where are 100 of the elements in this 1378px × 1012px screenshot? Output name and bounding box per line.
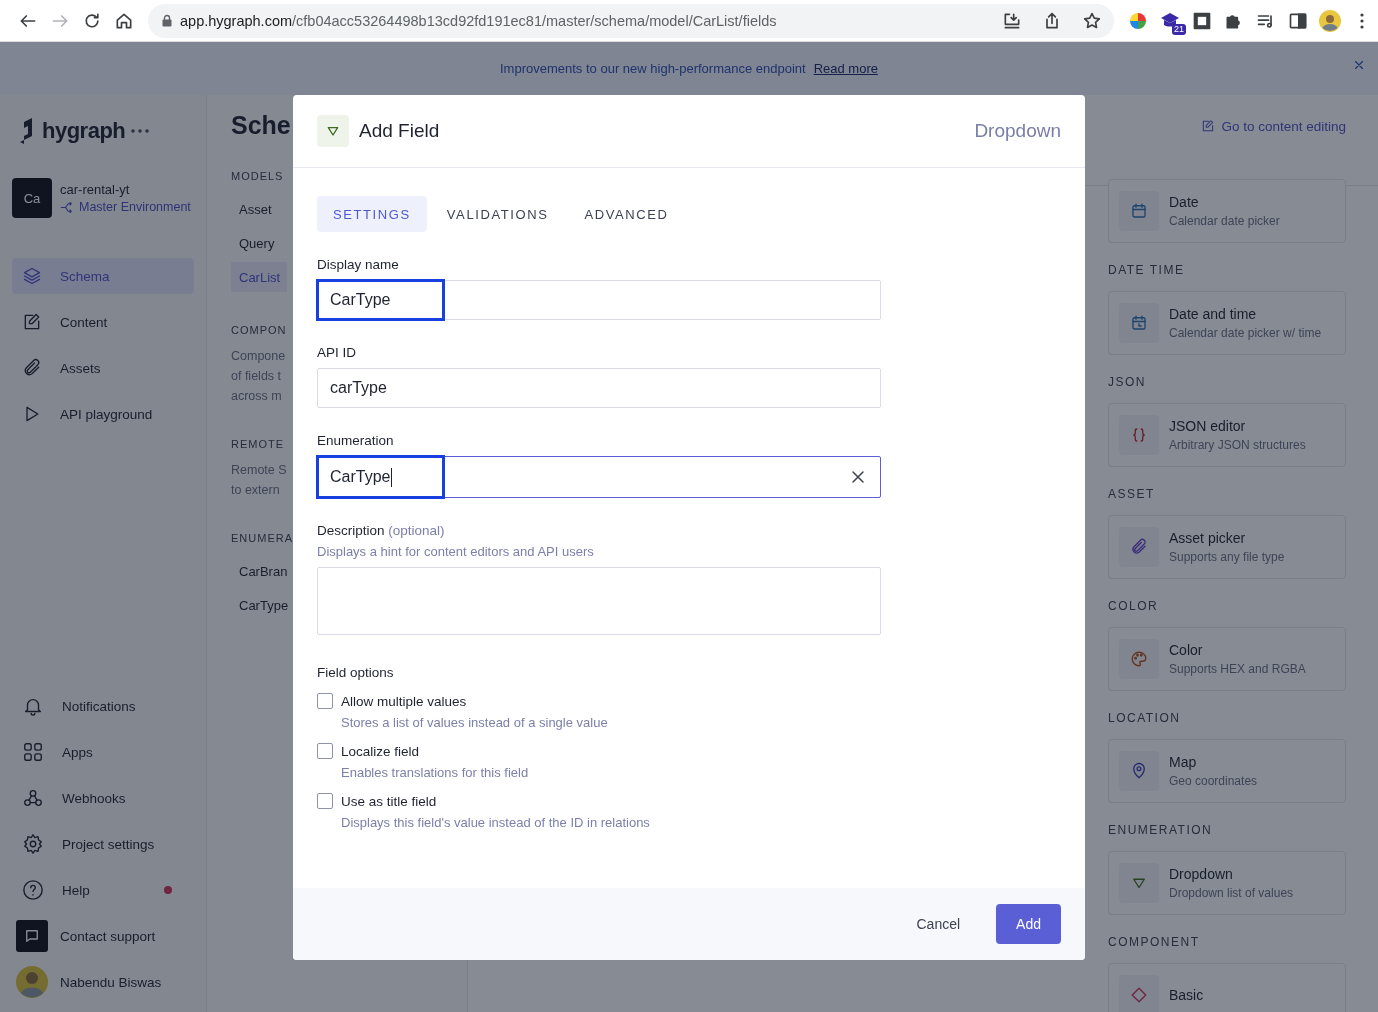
option-hint: Enables translations for this field <box>341 765 530 780</box>
paperclip-icon <box>22 358 42 378</box>
field-type-card[interactable]: Basic <box>1108 963 1346 1012</box>
braces-icon <box>1130 426 1148 444</box>
branch-icon <box>60 199 75 215</box>
field-type-description: Geo coordinates <box>1169 774 1258 788</box>
checkbox[interactable] <box>317 743 333 759</box>
help-icon <box>22 879 44 901</box>
close-icon <box>1352 58 1366 72</box>
close-button[interactable] <box>1352 58 1366 72</box>
extension-icon <box>1192 10 1212 31</box>
option-hint: Stores a list of values instead of a single value <box>341 715 609 730</box>
field-label: Display name <box>317 257 400 272</box>
text-field[interactable]: carType <box>317 368 881 408</box>
nav-item[interactable]: Project settings <box>12 826 194 862</box>
palette-icon <box>1130 650 1148 668</box>
checkbox-label[interactable]: Use as title field <box>341 793 437 809</box>
field-type-name: Basic <box>1169 987 1204 1003</box>
field-type-name: Dropdown <box>1169 866 1234 882</box>
extension-badge: 21 <box>1172 23 1186 35</box>
section-description: Compone of fields t across m <box>231 348 286 405</box>
more-icon[interactable] <box>131 129 150 133</box>
checkbox-label[interactable]: Localize field <box>341 743 420 759</box>
calendar-icon <box>1130 202 1148 220</box>
field-type-name: Asset picker <box>1169 530 1247 546</box>
section-heading: ENUMERATION <box>1108 823 1214 837</box>
nav-item[interactable]: Help <box>12 872 194 908</box>
model-item[interactable]: CarType <box>231 590 295 620</box>
model-item[interactable]: Query <box>231 228 287 258</box>
page-title: Sche <box>231 111 291 140</box>
field-type-card[interactable]: Color Supports HEX and RGBA <box>1108 627 1346 691</box>
read-more-link[interactable]: Read more <box>813 61 878 76</box>
grid-icon <box>22 741 44 763</box>
checkbox[interactable] <box>317 793 333 809</box>
field-type-card[interactable]: Map Geo coordinates <box>1108 739 1346 803</box>
model-item[interactable]: CarList <box>231 262 287 292</box>
field-type-name: Map <box>1169 754 1198 770</box>
model-item[interactable]: Asset <box>231 194 287 224</box>
environment-link[interactable]: Master Environment <box>79 200 191 214</box>
field-type-card[interactable]: JSON editor Arbitrary JSON structures <box>1108 403 1346 467</box>
field-type-description: Supports HEX and RGBA <box>1169 662 1306 676</box>
field-type-name: Date <box>1169 194 1200 210</box>
tab[interactable]: VALIDATIONS <box>430 196 565 232</box>
field-label: Description (optional) <box>317 523 446 538</box>
user-name: Nabendu Biswas <box>60 974 162 990</box>
nav-item[interactable]: Webhooks <box>12 780 194 816</box>
nav-item[interactable]: Notifications <box>12 688 194 724</box>
checkbox-label[interactable]: Allow multiple values <box>341 693 467 709</box>
project-name: car-rental-yt <box>60 181 131 197</box>
kebab-icon <box>1360 12 1364 29</box>
field-type-description: Arbitrary JSON structures <box>1169 438 1306 452</box>
section-heading: JSON <box>1108 375 1147 389</box>
text-field[interactable]: CarType <box>317 280 881 320</box>
map-pin-icon <box>1130 762 1148 780</box>
field-type-card[interactable]: Asset picker Supports any file type <box>1108 515 1346 579</box>
text-field[interactable]: CarType <box>317 456 881 498</box>
section-heading: COLOR <box>1108 599 1160 613</box>
section-heading: ENUMERA <box>231 532 293 544</box>
add-button[interactable]: Add <box>996 904 1061 944</box>
checkbox[interactable] <box>317 693 333 709</box>
section-heading: MODELS <box>231 170 284 182</box>
avatar-icon[interactable] <box>16 966 48 998</box>
section-heading: LOCATION <box>1108 711 1182 725</box>
field-hint: Displays a hint for content editors and API users <box>317 544 595 559</box>
banner-message: Improvements to our new high-performance endpoint <box>500 61 806 76</box>
chat-bubble-icon <box>23 927 41 945</box>
bookmark-icon <box>1082 10 1102 31</box>
dialog-title: Add Field <box>359 120 440 142</box>
field-type-description: Dropdown list of values <box>1169 886 1294 900</box>
model-item[interactable]: CarBran <box>231 556 294 586</box>
section-heading: ASSET <box>1108 487 1156 501</box>
nav-item[interactable]: API playground <box>12 396 194 432</box>
tab[interactable]: SETTINGS <box>317 196 427 232</box>
field-type-card[interactable]: Date and time Calendar date picker w/ time <box>1108 291 1346 355</box>
extension-button[interactable]: 21 <box>1154 4 1186 37</box>
cancel-button[interactable]: Cancel <box>900 904 977 944</box>
settings-icon <box>22 833 44 855</box>
field-label: API ID <box>317 345 357 360</box>
layers-icon <box>22 266 42 286</box>
field-type-name: Date and time <box>1169 306 1258 322</box>
nav-item[interactable]: Contact support <box>12 918 194 954</box>
project-avatar[interactable]: Ca <box>12 178 52 218</box>
nav-item[interactable]: Content <box>12 304 194 340</box>
field-type-description: Supports any file type <box>1169 550 1285 564</box>
nav-item[interactable]: Assets <box>12 350 194 386</box>
field-type-name: JSON editor <box>1169 418 1247 434</box>
field-type-card[interactable]: Date Calendar date picker <box>1108 179 1346 243</box>
address-bar[interactable]: app.hygraph.com/cfb04acc53264498b13cd92fd191ec81/master/schema/model/CarList/fields <box>148 3 1114 38</box>
nav-item[interactable]: Apps <box>12 734 194 770</box>
field-type-name: Color <box>1169 642 1204 658</box>
field-label: Enumeration <box>317 433 395 448</box>
content-editing-link[interactable]: Go to content editing <box>1201 119 1346 137</box>
nav-item[interactable]: Schema <box>12 258 194 294</box>
calendar-icon <box>1130 314 1148 332</box>
logo-text: hygraph <box>42 118 126 144</box>
field-type-label: Dropdown <box>974 120 1061 142</box>
tab[interactable]: ADVANCED <box>568 196 685 232</box>
pencil-square-icon <box>22 312 42 332</box>
field-type-card[interactable]: Dropdown Dropdown list of values <box>1108 851 1346 915</box>
color-wheel-icon <box>1130 12 1146 29</box>
